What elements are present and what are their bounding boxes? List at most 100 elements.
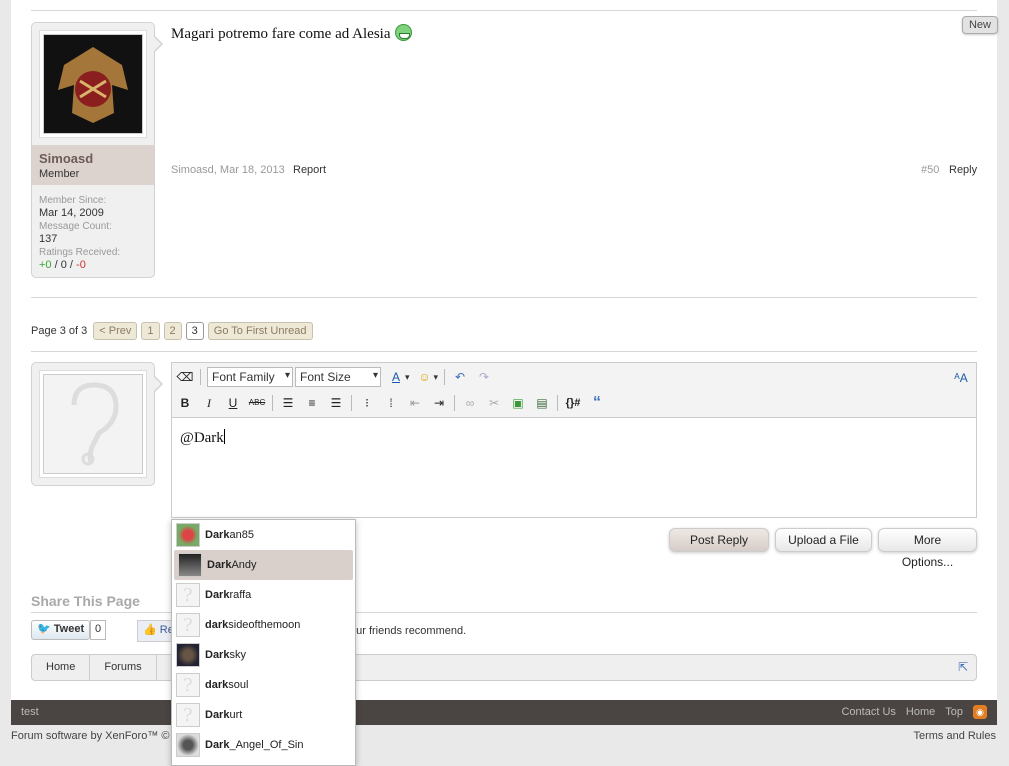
avatar[interactable]: [43, 34, 143, 134]
jump-icon[interactable]: ⇱: [958, 655, 968, 680]
font-family-select[interactable]: Font Family: [207, 367, 293, 387]
avatar: [176, 703, 200, 727]
autocomplete-item[interactable]: Dark an85: [172, 520, 355, 550]
code-icon[interactable]: {}#: [564, 394, 582, 412]
indent-icon[interactable]: ⇥: [430, 394, 448, 412]
home-link[interactable]: Home: [906, 706, 935, 718]
username-rest: _Angel_Of_Sin: [229, 739, 304, 751]
toolbar-row-2: B I U ABC ☰ ≡ ☰ ⁝ ⁞ ⇤ ⇥ ∞ ✂ ▣ ▤ {}# “: [176, 394, 606, 412]
rating-positive: +0: [39, 259, 52, 271]
separator: [351, 395, 352, 411]
footer-links: Contact Us Home Top ◉: [841, 705, 987, 719]
page-3-button[interactable]: 3: [185, 322, 204, 340]
numbered-list-icon[interactable]: ⁞: [382, 394, 400, 412]
chevron-down-icon[interactable]: ▾: [434, 372, 439, 383]
top-link[interactable]: Top: [945, 706, 963, 718]
redo-icon[interactable]: ↷: [475, 368, 493, 386]
text-color-icon[interactable]: A: [387, 368, 405, 386]
bold-icon[interactable]: B: [176, 394, 194, 412]
style-chooser-link[interactable]: test: [21, 706, 39, 718]
message-body: Magari potremo fare come ad Alesia: [171, 26, 391, 42]
share-title: Share This Page: [31, 593, 140, 609]
prev-page-button[interactable]: < Prev: [93, 322, 138, 340]
avatar: [176, 673, 200, 697]
autocomplete-item[interactable]: darksoul: [172, 670, 355, 700]
tweet-label: Tweet: [53, 623, 85, 635]
underline-icon[interactable]: U: [224, 394, 242, 412]
chevron-down-icon[interactable]: ▾: [405, 372, 410, 383]
eraser-icon[interactable]: ⌫: [176, 368, 194, 386]
more-options-button[interactable]: More Options...: [878, 528, 977, 569]
rating-separator: /: [69, 259, 73, 271]
first-unread-button[interactable]: Go To First Unread: [207, 322, 313, 340]
editor-toolbar: ⌫ Font Family Font Size A ▾ ☺ ▾ ↶ ↷ ᴬA B…: [172, 363, 976, 418]
editor-text: @Dark: [180, 430, 224, 446]
separator: [454, 395, 455, 411]
copyright[interactable]: Forum software by XenForo™ ©: [11, 730, 170, 742]
italic-icon[interactable]: I: [200, 394, 218, 412]
separator: [444, 369, 446, 385]
autocomplete-item[interactable]: Dark Andy: [174, 550, 353, 580]
rss-icon[interactable]: ◉: [973, 705, 987, 719]
reply-editor[interactable]: ⌫ Font Family Font Size A ▾ ☺ ▾ ↶ ↷ ᴬA B…: [171, 362, 977, 518]
autocomplete-item[interactable]: darksideofthemoon: [172, 610, 355, 640]
match-text: Dark: [205, 709, 230, 721]
post-number-link[interactable]: #50: [921, 164, 939, 176]
upload-file-button[interactable]: Upload a File: [775, 528, 872, 552]
undo-icon[interactable]: ↶: [451, 368, 469, 386]
strikethrough-icon[interactable]: ABC: [248, 394, 266, 412]
match-text: Dark: [207, 559, 232, 571]
media-icon[interactable]: ▤: [533, 394, 551, 412]
autocomplete-item[interactable]: Darkurt: [172, 700, 355, 730]
font-size-select[interactable]: Font Size: [295, 367, 381, 387]
text-caret: [223, 429, 225, 444]
username-rest: Andy: [231, 559, 257, 571]
username[interactable]: Simoasd: [39, 151, 147, 166]
username-block: Simoasd Member: [32, 145, 154, 185]
tweet-button[interactable]: 🐦 Tweet: [31, 620, 91, 640]
switch-mode-icon[interactable]: ᴬA: [952, 369, 970, 387]
username-rest: an85: [229, 529, 254, 541]
crumb-home[interactable]: Home: [32, 655, 91, 680]
bullet-list-icon[interactable]: ⁝: [358, 394, 376, 412]
post-userbox: Simoasd Member Member Since: Mar 14, 200…: [31, 22, 163, 278]
thumbs-up-icon: 👍: [143, 624, 157, 636]
separator: [200, 369, 201, 385]
autocomplete-item[interactable]: Darkraffa: [172, 580, 355, 610]
page-1-button[interactable]: 1: [141, 322, 160, 340]
align-right-icon[interactable]: ☰: [327, 394, 345, 412]
unlink-icon[interactable]: ✂: [485, 394, 503, 412]
link-icon[interactable]: ∞: [461, 394, 479, 412]
outdent-icon[interactable]: ⇤: [406, 394, 424, 412]
editor-content[interactable]: @Dark: [180, 429, 225, 447]
divider: [31, 351, 977, 352]
username-rest: raffa: [229, 589, 252, 601]
align-center-icon[interactable]: ≡: [303, 394, 321, 412]
new-badge[interactable]: New: [961, 16, 998, 34]
facebook-text: our friends recommend.: [350, 625, 467, 637]
autocomplete-item[interactable]: Dark sky: [172, 640, 355, 670]
report-link[interactable]: Report: [293, 164, 326, 176]
align-left-icon[interactable]: ☰: [279, 394, 297, 412]
post-author-date[interactable]: Simoasd, Mar 18, 2013: [171, 164, 285, 176]
match-text: dark: [205, 679, 229, 691]
autocomplete-item[interactable]: Dark _Angel_Of_Sin: [172, 730, 355, 760]
message-text: Magari potremo fare come ad Alesia: [171, 24, 412, 43]
reply-link[interactable]: Reply: [949, 164, 977, 176]
stat-label: Ratings Received:: [39, 247, 121, 258]
username-rest: soul: [228, 679, 249, 691]
pagination: Page 3 of 3 < Prev 1 2 3 Go To First Unr…: [31, 322, 313, 340]
match-text: Dark: [205, 589, 230, 601]
stat-value: 137: [39, 233, 58, 245]
crumb-forums[interactable]: Forums: [90, 655, 157, 680]
post-reply-button[interactable]: Post Reply: [669, 528, 769, 552]
stat-label: Message Count:: [39, 221, 112, 232]
quote-icon[interactable]: “: [588, 394, 606, 412]
match-text: Dark: [205, 739, 230, 751]
divider: [31, 10, 977, 11]
contact-us-link[interactable]: Contact Us: [841, 706, 895, 718]
terms-link[interactable]: Terms and Rules: [913, 730, 996, 742]
page-2-button[interactable]: 2: [163, 322, 182, 340]
image-icon[interactable]: ▣: [509, 394, 527, 412]
smiley-icon[interactable]: ☺: [416, 368, 434, 386]
